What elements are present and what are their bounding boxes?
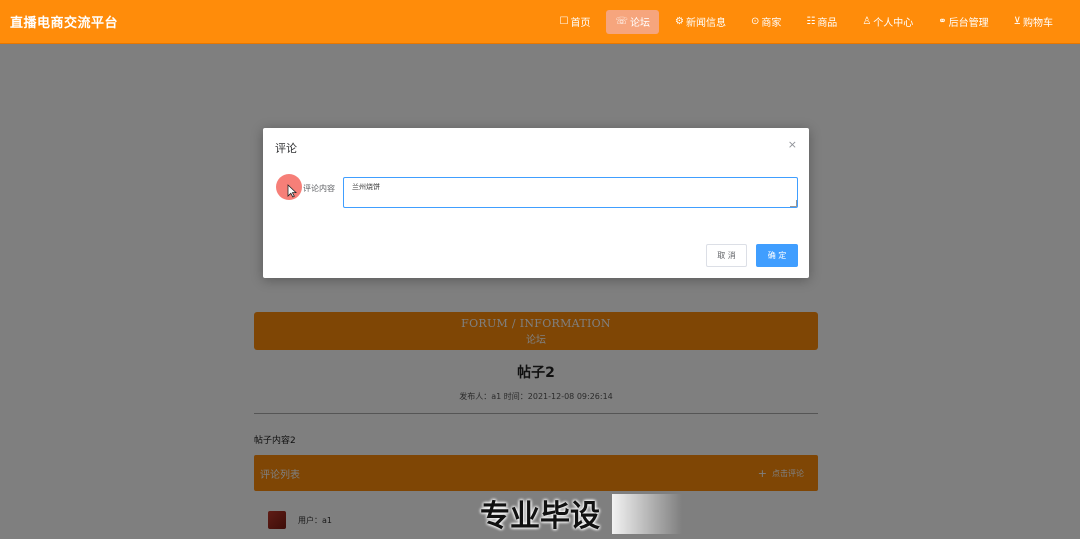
comment-input[interactable]: 兰州烧饼	[343, 177, 798, 208]
nav-item-label: 购物车	[1023, 18, 1053, 29]
nav-item-home[interactable]: ☐ 首页	[551, 10, 600, 34]
site-brand[interactable]: 直播电商交流平台	[10, 12, 118, 31]
nav-item-news[interactable]: ⚙ 新闻信息	[666, 10, 735, 34]
nav-item-cart[interactable]: ⊻ 购物车	[1005, 10, 1062, 34]
caption-fade	[612, 494, 682, 534]
confirm-button[interactable]: 确 定	[756, 244, 798, 267]
nav-item-label: 个人中心	[873, 18, 914, 29]
top-navbar: 直播电商交流平台 ☐ 首页 ☏ 论坛 ⚙ 新闻信息 ⊙ 商家 ☷ 商品 ♙ 个人…	[0, 0, 1080, 44]
product-icon: ⊙	[750, 16, 760, 27]
mouse-cursor-icon	[287, 184, 297, 198]
nav-item-forum[interactable]: ☏ 论坛	[606, 9, 659, 34]
comment-field-label: 评论内容	[303, 183, 335, 194]
nav-item-label: 商品	[817, 18, 838, 29]
nav-item-merchant[interactable]: ⊙ 商家	[742, 10, 790, 34]
nav-item-admin[interactable]: ⚭ 后台管理	[929, 10, 997, 34]
resize-handle-icon[interactable]	[790, 200, 797, 207]
cancel-button[interactable]: 取 消	[706, 244, 747, 267]
link-icon: ⚭	[938, 16, 947, 27]
nav-item-label: 新闻信息	[685, 18, 726, 29]
cart-icon: ⊻	[1013, 16, 1021, 27]
nav-menu: ☐ 首页 ☏ 论坛 ⚙ 新闻信息 ⊙ 商家 ☷ 商品 ♙ 个人中心 ⚭ 后台管理…	[544, 0, 1063, 44]
watermark-caption: 专业毕设	[480, 499, 600, 534]
forum-icon: ☏	[615, 16, 628, 27]
nav-item-label: 后台管理	[948, 18, 989, 29]
nav-item-label: 论坛	[629, 18, 650, 29]
nav-item-label: 商家	[761, 18, 782, 29]
nav-item-goods[interactable]: ☷ 商品	[797, 10, 846, 34]
home-icon: ☐	[559, 16, 569, 27]
news-icon: ⚙	[674, 16, 684, 27]
modal-overlay[interactable]	[0, 44, 1080, 539]
nav-item-profile[interactable]: ♙ 个人中心	[853, 10, 922, 34]
nav-item-label: 首页	[570, 18, 591, 29]
dialog-title: 评论	[275, 142, 297, 155]
user-icon: ♙	[862, 16, 872, 27]
goods-icon: ☷	[806, 16, 816, 27]
comment-field-label-text: 评论内容	[303, 184, 335, 193]
comment-dialog: 评论 × 评论内容 兰州烧饼 取 消 确 定	[263, 128, 809, 278]
close-icon[interactable]: ×	[788, 138, 797, 151]
